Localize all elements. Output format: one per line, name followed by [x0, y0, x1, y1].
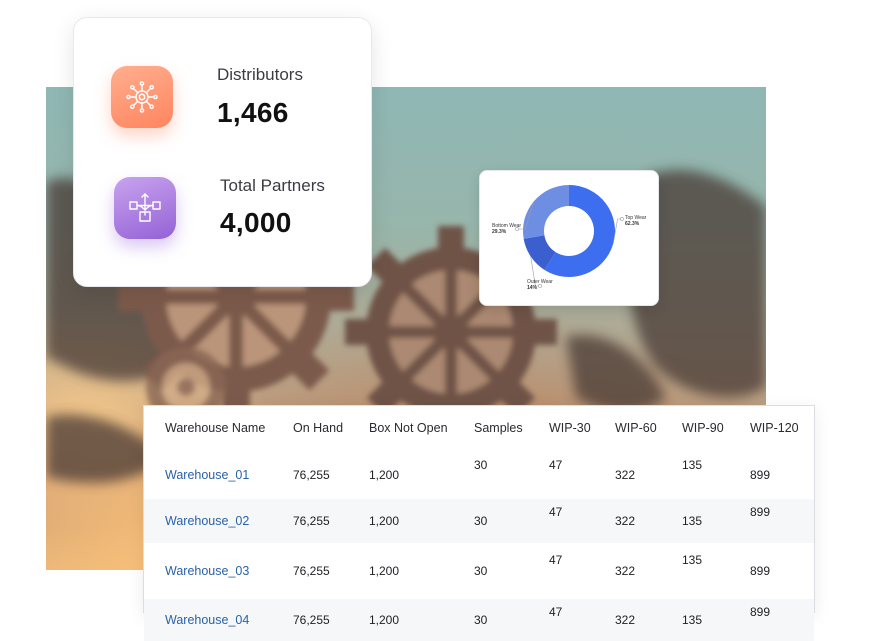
table-cell: 1,200 [369, 564, 400, 578]
table-cell: 47 [549, 499, 615, 543]
warehouse-link[interactable]: Warehouse_02 [144, 499, 293, 543]
table-cell: 30 [474, 599, 549, 641]
table-row[interactable]: Warehouse_04 76,255 1,200 30 47 322 135 … [144, 599, 814, 641]
donut-chart-card: Bottom Wear 29.3% Top Wear 62.3% Outer W… [479, 170, 659, 306]
table-header-row: Warehouse Name On Hand Box Not Open Samp… [144, 406, 814, 450]
table-cell: 30 [474, 564, 488, 578]
total-partners-value: 4,000 [220, 207, 292, 238]
table-cell: 30 [474, 499, 549, 543]
table-cell: 899 [750, 467, 771, 482]
table-cell: 1,200 [369, 467, 400, 482]
table-row[interactable]: Warehouse_01 76,255 1,200 30 47 322 135 … [144, 450, 814, 499]
table-cell: 76,255 [293, 467, 330, 482]
network-hub-icon [111, 66, 173, 128]
table-cell: 135 [682, 553, 703, 567]
total-partners-label: Total Partners [220, 176, 325, 195]
table-cell: 76,255 [293, 599, 369, 641]
column-header[interactable]: On Hand [293, 406, 369, 450]
table-cell: 135 [682, 499, 750, 543]
table-row[interactable]: Warehouse_03 76,255 1,200 30 47 322 135 … [144, 543, 814, 599]
donut-slice[interactable] [523, 185, 569, 239]
table-cell: 135 [682, 458, 703, 472]
outer-wear-label: Outer Wear 14% [527, 279, 553, 291]
column-header[interactable]: WIP-90 [682, 406, 750, 450]
table-cell: 47 [549, 599, 615, 641]
table-cell: 76,255 [293, 564, 330, 578]
table-cell: 30 [474, 458, 488, 472]
warehouse-table: Warehouse Name On Hand Box Not Open Samp… [144, 406, 814, 641]
warehouse-link[interactable]: Warehouse_03 [144, 543, 293, 599]
warehouse-link[interactable]: Warehouse_01 [144, 450, 293, 499]
table-cell: 899 [750, 499, 814, 543]
column-header[interactable]: Warehouse Name [144, 406, 293, 450]
table-cell: 322 [615, 467, 636, 482]
kpi-card: Distributors 1,466 Total Partners 4,000 [73, 17, 372, 287]
table-cell: 47 [549, 553, 563, 567]
table-cell: 899 [750, 564, 771, 578]
table-cell: 47 [549, 458, 563, 472]
distributors-value: 1,466 [217, 97, 289, 128]
column-header[interactable]: WIP-30 [549, 406, 615, 450]
table-cell: 322 [615, 564, 636, 578]
table-cell: 322 [615, 599, 682, 641]
top-wear-label: Top Wear 62.3% [625, 215, 647, 227]
table-cell: 1,200 [369, 599, 474, 641]
table-cell: 1,200 [369, 499, 474, 543]
table-cell: 135 [682, 599, 750, 641]
donut-leader-dot [620, 217, 624, 221]
table-row[interactable]: Warehouse_02 76,255 1,200 30 47 322 135 … [144, 499, 814, 543]
table-cell: 899 [750, 599, 814, 641]
distributors-label: Distributors [217, 65, 303, 84]
table-cell: 322 [615, 499, 682, 543]
column-header[interactable]: Samples [474, 406, 549, 450]
column-header[interactable]: WIP-60 [615, 406, 682, 450]
table-cell: 76,255 [293, 499, 369, 543]
warehouse-link[interactable]: Warehouse_04 [144, 599, 293, 641]
warehouse-table-card: Warehouse Name On Hand Box Not Open Samp… [143, 405, 815, 641]
dashboard-collage: Distributors 1,466 Total Partners 4,000 … [0, 0, 883, 641]
column-header[interactable]: WIP-120 [750, 406, 814, 450]
donut-chart [515, 185, 624, 288]
bottom-wear-label: Bottom Wear 29.3% [492, 223, 522, 235]
distribution-boxes-icon [114, 177, 176, 239]
column-header[interactable]: Box Not Open [369, 406, 474, 450]
